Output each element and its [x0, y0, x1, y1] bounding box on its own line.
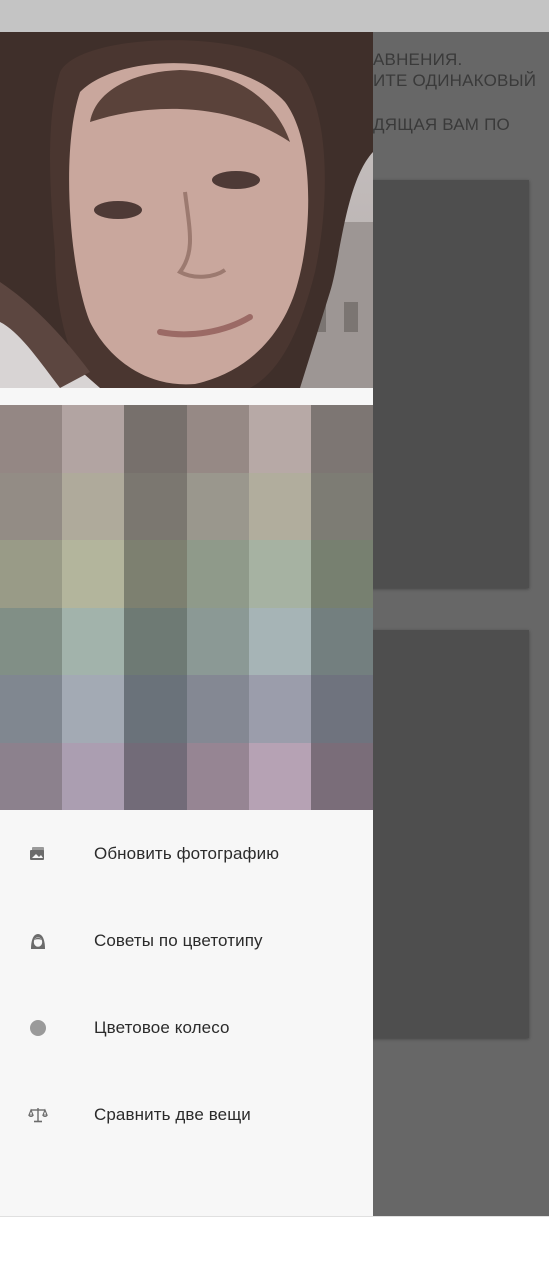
color-swatch[interactable]	[248, 607, 311, 675]
menu-item-update-photo[interactable]: Обновить фотографию	[0, 810, 373, 897]
background-card	[364, 180, 529, 588]
color-swatch[interactable]	[0, 742, 63, 810]
color-swatch[interactable]	[62, 405, 125, 473]
portrait-illustration	[0, 32, 373, 388]
color-swatch[interactable]	[0, 675, 63, 743]
color-swatch[interactable]	[0, 472, 63, 540]
status-bar	[0, 0, 549, 32]
color-swatch[interactable]	[0, 405, 63, 473]
background-card	[364, 630, 529, 1038]
color-swatch[interactable]	[310, 472, 373, 540]
color-palette-grid	[0, 405, 373, 810]
menu-item-compare-items[interactable]: Сравнить две вещи	[0, 1071, 373, 1158]
color-swatch[interactable]	[186, 607, 249, 675]
navigation-drawer: Обновить фотографию Советы по цветотипу …	[0, 32, 373, 1216]
color-swatch[interactable]	[124, 540, 187, 608]
color-swatch[interactable]	[248, 405, 311, 473]
color-swatch[interactable]	[186, 472, 249, 540]
system-navigation-bar	[0, 1216, 549, 1280]
color-swatch[interactable]	[310, 607, 373, 675]
color-swatch[interactable]	[62, 675, 125, 743]
menu-item-label: Обновить фотографию	[94, 843, 280, 863]
color-swatch[interactable]	[62, 742, 125, 810]
woman-icon	[28, 931, 48, 951]
color-swatch[interactable]	[310, 742, 373, 810]
menu-item-label: Сравнить две вещи	[94, 1104, 251, 1124]
color-swatch[interactable]	[310, 540, 373, 608]
color-swatch[interactable]	[248, 742, 311, 810]
user-portrait-photo[interactable]	[0, 32, 373, 388]
drawer-menu: Обновить фотографию Советы по цветотипу …	[0, 810, 373, 1158]
background-text-line: ИТЕ ОДИНАКОВЫЙ	[373, 71, 537, 90]
color-swatch[interactable]	[186, 742, 249, 810]
circle-icon	[28, 1018, 48, 1038]
photos-icon	[28, 844, 48, 864]
color-swatch[interactable]	[310, 675, 373, 743]
color-swatch[interactable]	[0, 607, 63, 675]
color-swatch[interactable]	[62, 540, 125, 608]
color-swatch[interactable]	[248, 472, 311, 540]
menu-item-label: Цветовое колесо	[94, 1017, 230, 1037]
color-swatch[interactable]	[124, 675, 187, 743]
menu-item-label: Советы по цветотипу	[94, 930, 263, 950]
background-text-line: ДЯЩАЯ ВАМ ПО	[373, 115, 510, 134]
color-swatch[interactable]	[186, 675, 249, 743]
color-swatch[interactable]	[124, 472, 187, 540]
color-swatch[interactable]	[186, 540, 249, 608]
menu-item-color-type-tips[interactable]: Советы по цветотипу	[0, 897, 373, 984]
scales-icon	[28, 1105, 48, 1125]
color-swatch[interactable]	[124, 742, 187, 810]
color-swatch[interactable]	[310, 405, 373, 473]
color-swatch[interactable]	[248, 675, 311, 743]
color-swatch[interactable]	[248, 540, 311, 608]
color-swatch[interactable]	[62, 607, 125, 675]
background-text-line: АВНЕНИЯ.	[373, 50, 463, 69]
color-swatch[interactable]	[124, 607, 187, 675]
menu-item-color-wheel[interactable]: Цветовое колесо	[0, 984, 373, 1071]
color-swatch[interactable]	[0, 540, 63, 608]
color-swatch[interactable]	[124, 405, 187, 473]
color-swatch[interactable]	[186, 405, 249, 473]
color-swatch[interactable]	[62, 472, 125, 540]
